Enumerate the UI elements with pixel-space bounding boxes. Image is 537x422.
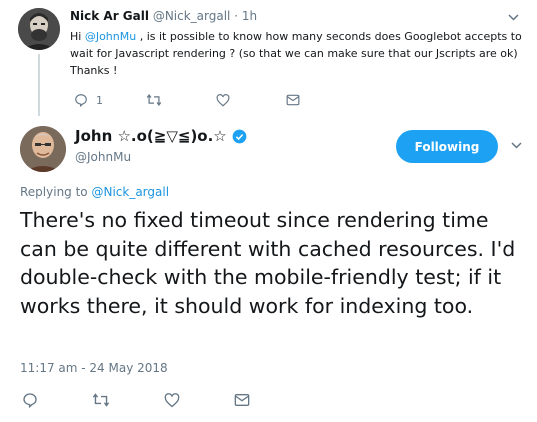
reply-icon (75, 94, 87, 107)
replying-to: Replying to @Nick_argall (20, 185, 169, 199)
like-icon (216, 93, 230, 107)
text-prefix: Hi (70, 30, 85, 43)
replying-handle-link[interactable]: @Nick_argall (91, 185, 169, 199)
author-handle[interactable]: @JohnMu (75, 150, 131, 164)
retweet-button[interactable] (146, 92, 162, 108)
message-icon (286, 94, 300, 106)
following-button[interactable]: Following (396, 130, 498, 163)
message-icon (234, 394, 250, 406)
avatar-image (18, 8, 60, 50)
parent-tweet-header: Nick Ar Gall @Nick_argall · 1h (70, 9, 257, 23)
avatar-image (20, 126, 66, 172)
main-tweet-text: There's no fixed timeout since rendering… (20, 208, 516, 318)
author-handle[interactable]: @Nick_argall (153, 9, 231, 23)
parent-tweet-text: Hi @JohnMu , is it possible to know how … (70, 28, 525, 79)
avatar[interactable] (20, 126, 66, 172)
message-button[interactable] (286, 92, 300, 108)
tweet-time[interactable]: · 1h (234, 9, 257, 23)
chevron-down-icon[interactable] (508, 10, 519, 24)
reply-icon (23, 393, 37, 408)
reply-button[interactable]: 1 (74, 92, 103, 108)
message-button[interactable] (234, 392, 250, 408)
like-button[interactable] (164, 392, 180, 408)
replying-prefix: Replying to (20, 185, 92, 199)
thread-line (38, 54, 40, 116)
chevron-down-icon[interactable] (511, 138, 522, 152)
parent-tweet-actions: 1 (70, 92, 310, 108)
retweet-button[interactable] (92, 392, 110, 408)
like-icon (164, 392, 180, 407)
verified-badge-icon (232, 129, 247, 143)
retweet-icon (146, 94, 162, 106)
author-name[interactable]: John ☆.o(≧▽≦)o.☆ (75, 127, 227, 145)
reply-button[interactable] (22, 392, 38, 408)
tweet-timestamp[interactable]: 11:17 am - 24 May 2018 (20, 361, 168, 375)
author-name[interactable]: Nick Ar Gall (70, 9, 149, 23)
mention-link[interactable]: @JohnMu (85, 30, 136, 43)
avatar[interactable] (18, 8, 60, 50)
like-button[interactable] (216, 92, 230, 108)
parent-tweet[interactable]: Nick Ar Gall @Nick_argall · 1h Hi @JohnM… (0, 0, 537, 118)
main-tweet-actions (20, 392, 280, 410)
author-name-row: John ☆.o(≧▽≦)o.☆ (75, 127, 247, 145)
retweet-icon (92, 393, 110, 407)
text-line2: Thanks ! (70, 64, 118, 77)
reply-count: 1 (96, 93, 103, 107)
main-tweet-header: John ☆.o(≧▽≦)o.☆ @JohnMu Following (20, 124, 525, 172)
text-rest: , is it possible to know how many second… (70, 30, 522, 60)
tweet-page: Nick Ar Gall @Nick_argall · 1h Hi @JohnM… (0, 0, 537, 422)
